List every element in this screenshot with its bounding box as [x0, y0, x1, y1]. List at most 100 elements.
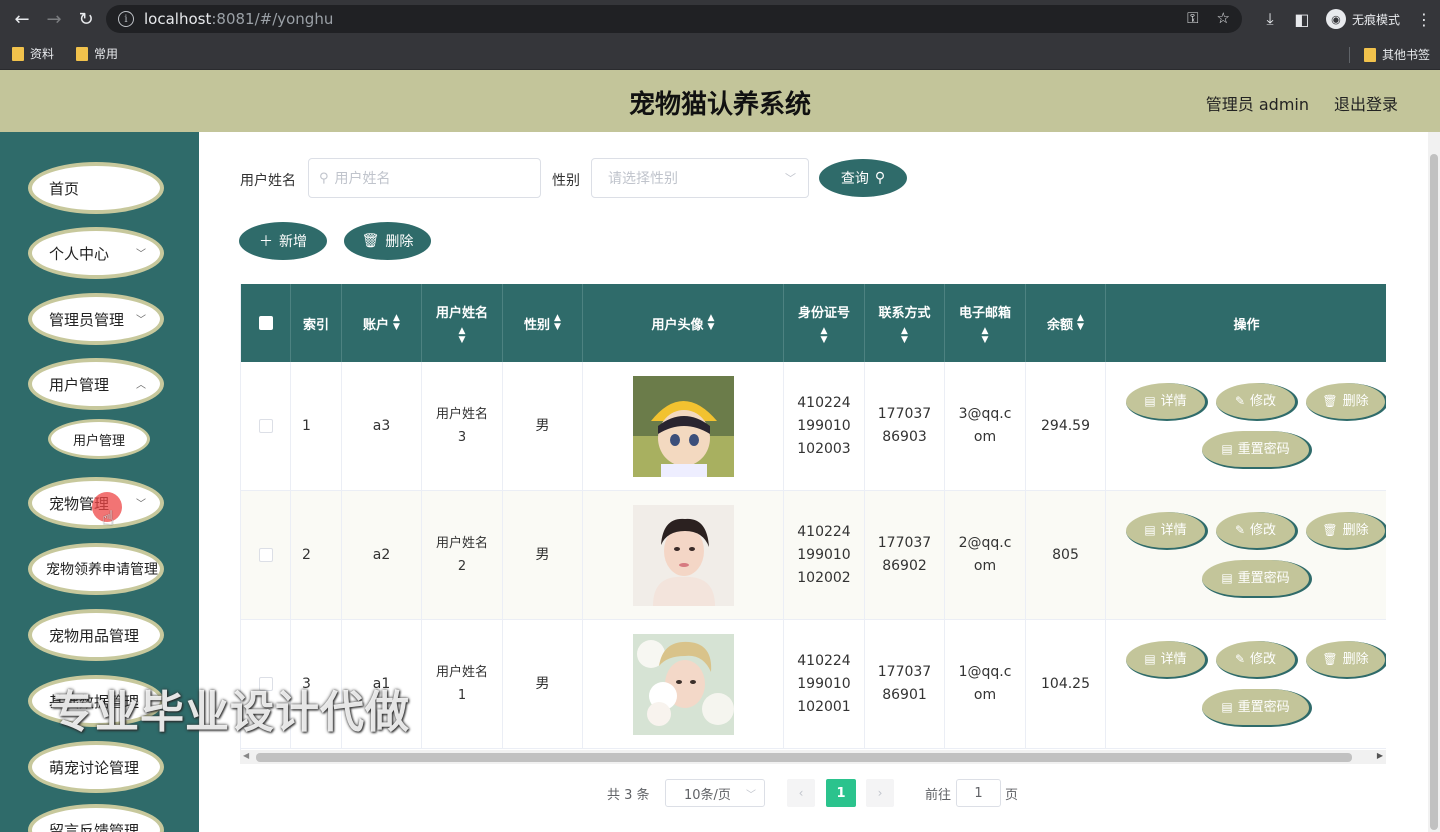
name-search-input[interactable]: ⚲ 用户姓名 [308, 158, 541, 198]
table-row: 2 a2 用户姓名2 男 410224199010102002 17703786… [241, 491, 1386, 620]
table-row: 3 a1 用户姓名1 男 410224199010102001 17703786… [241, 620, 1386, 749]
sidebar-item-profile[interactable]: 个人中心 ﹀ [28, 227, 164, 279]
delete-button[interactable]: 🗑 删除 [344, 222, 431, 260]
cell-actions: ▤ 详情 ✎ 修改 🗑 删除 ▤ 重置密码 [1106, 491, 1386, 619]
sidebar-item-discussion[interactable]: 萌宠讨论管理 [28, 741, 164, 793]
sidebar-item-supplies[interactable]: 宠物用品管理 [28, 609, 164, 661]
logout-link[interactable]: 退出登录 [1334, 91, 1398, 115]
cell-gender: 男 [503, 491, 583, 619]
col-id-card[interactable]: 身份证号 ▲ ▼ [784, 284, 865, 362]
cell-balance: 104.25 [1026, 620, 1106, 748]
reset-password-button[interactable]: ▤ 重置密码 [1202, 560, 1312, 598]
chevron-down-icon: ﹀ [136, 315, 146, 326]
sort-icon: ▲ ▼ [901, 325, 908, 345]
query-button[interactable]: 查询 ⚲ [819, 159, 907, 197]
sidebar-item-users[interactable]: 用户管理 ︿ [28, 358, 164, 410]
avatar[interactable] [632, 375, 734, 477]
row-checkbox[interactable] [258, 419, 273, 433]
edit-button[interactable]: ✎ 修改 [1216, 512, 1298, 550]
document-icon: ▤ [1144, 651, 1156, 666]
vertical-scrollbar[interactable] [1428, 132, 1440, 832]
col-balance[interactable]: 余额 ▲ ▼ [1026, 284, 1106, 362]
sidebar-item-admins[interactable]: 管理员管理 ﹀ [28, 293, 164, 345]
goto-page-input[interactable]: 1 [956, 779, 1001, 807]
url-host: localhost [144, 10, 212, 28]
sidebar-item-adoption[interactable]: 宠物领养申请管理 [28, 543, 164, 595]
back-icon[interactable]: ← [6, 3, 38, 35]
gender-select[interactable]: 请选择性别 ﹀ [591, 158, 809, 198]
chevron-down-icon: ﹀ [136, 499, 146, 510]
col-name[interactable]: 用户姓名 ▲ ▼ [422, 284, 503, 362]
address-bar[interactable]: i localhost:8081/#/yonghu ⚿ ☆ [106, 5, 1242, 33]
page-1-button[interactable]: 1 [826, 779, 856, 807]
app-header: 宠物猫认养系统 管理员 admin 退出登录 [0, 70, 1440, 132]
row-delete-button[interactable]: 🗑 删除 [1306, 512, 1386, 550]
chevron-down-icon: ﹀ [785, 172, 796, 185]
cell-name: 用户姓名1 [422, 620, 503, 748]
cell-email: 2@qq.com [945, 491, 1026, 619]
col-email[interactable]: 电子邮箱 ▲ ▼ [945, 284, 1026, 362]
row-checkbox[interactable] [258, 548, 273, 562]
incognito-indicator[interactable]: ◉ 无痕模式 [1317, 9, 1408, 29]
col-avatar[interactable]: 用户头像 ▲ ▼ [583, 284, 784, 362]
reset-password-button[interactable]: ▤ 重置密码 [1202, 689, 1312, 727]
pencil-icon: ✎ [1234, 651, 1246, 666]
cell-id-card: 410224199010102001 [784, 620, 865, 748]
bookmarks-bar: 资料 常用 其他书签 [0, 38, 1440, 70]
search-icon: ⚲ [874, 170, 886, 186]
cell-index: 1 [291, 362, 342, 490]
col-account[interactable]: 账户 ▲ ▼ [342, 284, 422, 362]
avatar[interactable] [632, 633, 734, 735]
sidebar-subitem-users[interactable]: 用户管理 [48, 419, 150, 459]
sort-icon: ▲ ▼ [981, 325, 989, 345]
bookmark-folder-2[interactable]: 常用 [76, 45, 118, 62]
detail-button[interactable]: ▤ 详情 [1126, 383, 1208, 421]
detail-button[interactable]: ▤ 详情 [1126, 512, 1208, 550]
menu-kebab-icon[interactable]: ⋮ [1408, 10, 1440, 29]
sidebar-item-feedback[interactable]: 留言反馈管理 [28, 804, 164, 832]
sidepanel-icon[interactable]: ◧ [1286, 10, 1318, 29]
edit-button[interactable]: ✎ 修改 [1216, 383, 1298, 421]
folder-icon [12, 46, 24, 61]
forward-icon[interactable]: → [38, 3, 70, 35]
horizontal-scrollbar[interactable]: ◀ ▶ [240, 750, 1386, 764]
select-all-checkbox[interactable] [241, 284, 291, 362]
pencil-icon: ✎ [1234, 522, 1246, 537]
detail-button[interactable]: ▤ 详情 [1126, 641, 1208, 679]
avatar[interactable] [632, 504, 734, 606]
edit-button[interactable]: ✎ 修改 [1216, 641, 1298, 679]
document-icon: ▤ [1221, 570, 1233, 585]
chevron-down-icon: ﹀ [136, 249, 146, 260]
gender-filter-label: 性别 [552, 173, 580, 189]
cell-account: a2 [342, 491, 422, 619]
reset-password-button[interactable]: ▤ 重置密码 [1202, 431, 1312, 469]
incognito-icon: ◉ [1325, 9, 1346, 29]
cell-gender: 男 [503, 620, 583, 748]
col-phone[interactable]: 联系方式 ▲ ▼ [865, 284, 945, 362]
page-size-select[interactable]: 10条/页 ﹀ [665, 779, 765, 807]
cell-email: 3@qq.com [945, 362, 1026, 490]
download-icon[interactable]: ⤓ [1254, 9, 1286, 29]
cell-phone: 17703786901 [865, 620, 945, 748]
site-info-icon[interactable]: i [118, 11, 134, 27]
bookmark-folder-1[interactable]: 资料 [12, 45, 54, 62]
sidebar-item-home[interactable]: 首页 [28, 162, 164, 214]
star-icon[interactable]: ☆ [1217, 9, 1230, 27]
prev-page-button[interactable]: ‹ [787, 779, 815, 807]
add-button[interactable]: ＋ 新增 [239, 222, 327, 260]
other-bookmarks[interactable]: 其他书签 [1348, 46, 1430, 63]
col-actions: 操作 [1233, 317, 1260, 333]
row-delete-button[interactable]: 🗑 删除 [1306, 383, 1386, 421]
url-path: :8081/#/yonghu [211, 10, 334, 28]
sort-icon: ▲ ▼ [554, 313, 561, 332]
key-icon[interactable]: ⚿ [1187, 9, 1198, 27]
cell-actions: ▤ 详情 ✎ 修改 🗑 删除 ▤ 重置密码 [1106, 362, 1386, 490]
row-delete-button[interactable]: 🗑 删除 [1306, 641, 1386, 679]
next-page-button[interactable]: › [866, 779, 894, 807]
cell-email: 1@qq.com [945, 620, 1026, 748]
col-gender[interactable]: 性别 ▲ ▼ [503, 284, 583, 362]
cell-index: 2 [291, 491, 342, 619]
plus-icon: ＋ [259, 234, 273, 250]
folder-icon [76, 46, 89, 61]
reload-icon[interactable]: ↻ [70, 3, 102, 35]
